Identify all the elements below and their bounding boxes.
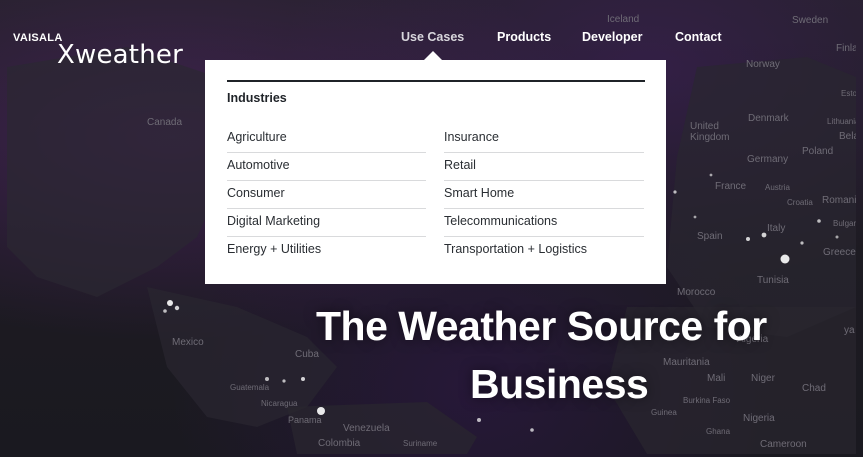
menu-item-smart-home[interactable]: Smart Home (444, 180, 644, 209)
menu-item-agriculture[interactable]: Agriculture (227, 124, 426, 153)
map-label: United Kingdom (690, 121, 730, 143)
hero-headline-line-2: Business (470, 361, 649, 407)
map-label: Poland (802, 146, 834, 157)
map-label: Italy (767, 223, 786, 234)
dropdown-divider (227, 80, 645, 82)
map-label: Nicaragua (261, 399, 298, 408)
nav-contact[interactable]: Contact (675, 30, 722, 44)
map-label: Cuba (295, 349, 319, 360)
logo-product: Xweather (57, 40, 183, 70)
map-label: Morocco (677, 287, 716, 298)
menu-item-automotive[interactable]: Automotive (227, 152, 426, 181)
map-label: Sweden (792, 15, 829, 26)
nav-products[interactable]: Products (497, 30, 551, 44)
map-label: Bulgari (833, 219, 856, 228)
map-label: Niger (751, 373, 775, 384)
menu-item-insurance[interactable]: Insurance (444, 124, 644, 153)
map-label: Lithuania (827, 117, 856, 126)
map-label: Venezuela (343, 423, 390, 434)
map-label: Canada (147, 117, 183, 128)
map-label: Chad (802, 383, 826, 394)
use-cases-dropdown: Industries Agriculture Automotive Consum… (205, 60, 666, 284)
map-label: Greece (823, 247, 856, 258)
nav-developer[interactable]: Developer (582, 30, 642, 44)
menu-item-digital-marketing[interactable]: Digital Marketing (227, 208, 426, 237)
dropdown-heading: Industries (227, 91, 287, 105)
page: Canada Mexico Cuba Guatemala Nicaragua P… (0, 0, 863, 457)
map-label: Estoni (841, 89, 856, 98)
menu-item-transportation-logistics[interactable]: Transportation + Logistics (444, 236, 644, 264)
menu-item-consumer[interactable]: Consumer (227, 180, 426, 209)
map-label: Mexico (172, 337, 204, 348)
map-label: Iceland (607, 14, 640, 25)
dropdown-caret-icon (424, 51, 442, 60)
menu-item-telecommunications[interactable]: Telecommunications (444, 208, 644, 237)
map-label: Suriname (403, 439, 438, 448)
hero-headline-line-1: The Weather Source for (316, 303, 767, 349)
map-label: Norway (746, 59, 780, 70)
map-label: France (715, 181, 747, 192)
map-label: Nigeria (743, 413, 775, 424)
map-label: ya (844, 325, 855, 336)
map-label: Denmark (748, 113, 789, 124)
map-label: Guatemala (230, 383, 270, 392)
logo-brand: VAISALA (13, 32, 63, 44)
map-label: Austria (765, 183, 790, 192)
nav-use-cases[interactable]: Use Cases (401, 30, 464, 44)
map-label: Guinea (651, 408, 677, 417)
map-label: Bela (839, 131, 856, 142)
map-label: Ghana (706, 427, 731, 436)
map-label: Tunisia (757, 275, 789, 286)
map-label: Germany (747, 154, 789, 165)
map-label: Croatia (787, 198, 813, 207)
map-label: Spain (697, 231, 723, 242)
map-label: Colombia (318, 438, 361, 449)
map-label: Cameroon (760, 439, 807, 450)
map-label: Panama (288, 415, 322, 425)
map-label: Romani (822, 195, 856, 206)
menu-item-energy-utilities[interactable]: Energy + Utilities (227, 236, 426, 264)
menu-item-retail[interactable]: Retail (444, 152, 644, 181)
map-label: Finla (836, 43, 856, 54)
